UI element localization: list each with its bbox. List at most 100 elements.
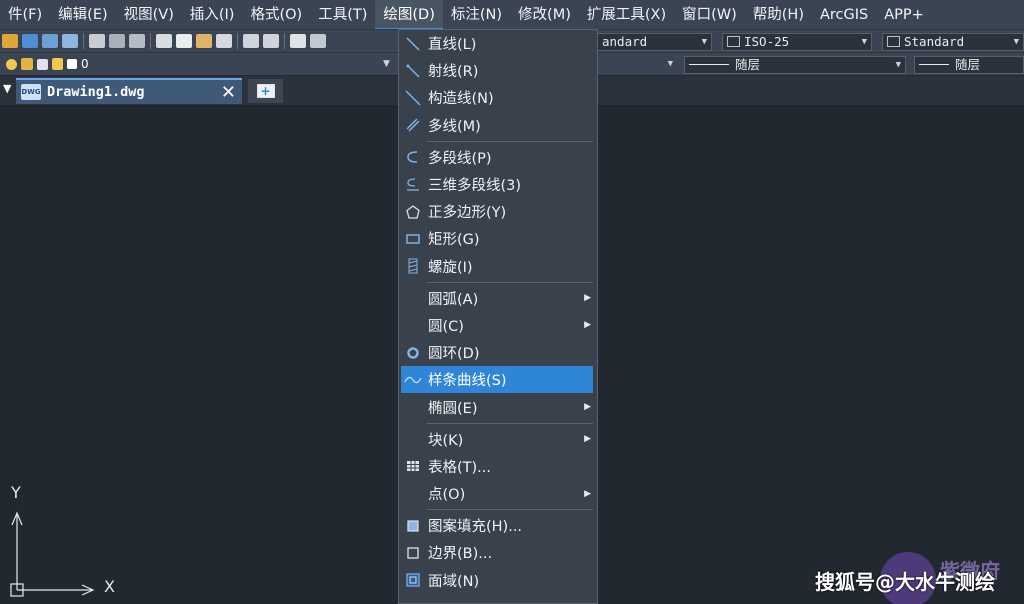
lock-icon[interactable] <box>52 58 63 70</box>
draw-menu-item-label: 样条曲线(S) <box>428 373 507 390</box>
menu-arcgis[interactable]: ArcGIS <box>812 0 876 30</box>
match-properties-icon[interactable] <box>216 34 232 48</box>
toolbar-divider <box>284 33 285 49</box>
save-as-icon[interactable] <box>42 34 58 48</box>
menu-separator <box>427 281 593 283</box>
mline-icon <box>401 115 425 135</box>
zoom-icon[interactable] <box>310 34 326 48</box>
table-style-select[interactable]: Standard ▼ <box>882 33 1024 51</box>
boundary-icon <box>401 543 425 563</box>
menu-file[interactable]: 件(F) <box>0 0 50 30</box>
menu-tools[interactable]: 工具(T) <box>310 0 375 30</box>
plot-icon[interactable] <box>129 34 145 48</box>
menu-insert[interactable]: 插入(I) <box>182 0 243 30</box>
draw-menu-item-donut[interactable]: 圆环(D) <box>399 339 597 366</box>
print-icon[interactable] <box>89 34 105 48</box>
text-style-select[interactable]: andard ▼ <box>597 33 712 51</box>
draw-menu-item-submenu-16[interactable]: 点(O) ▶ <box>399 480 597 507</box>
paste-icon[interactable] <box>196 34 212 48</box>
save-icon[interactable] <box>22 34 38 48</box>
draw-menu-item-region[interactable]: 面域(N) <box>399 567 597 594</box>
draw-menu-item-polygon[interactable]: 正多边形(Y) <box>399 198 597 225</box>
draw-menu-dropdown: 直线(L) 射线(R) 构造线(N) 多线(M) 多段线(P) 三维多段线(3) 正多边形(… <box>398 29 598 604</box>
blank-icon <box>401 484 425 504</box>
menu-view[interactable]: 视图(V) <box>116 0 182 30</box>
menu-dimension[interactable]: 标注(N) <box>443 0 510 30</box>
linetype-preview <box>689 64 729 65</box>
print-preview-icon[interactable] <box>109 34 125 48</box>
draw-menu-item-xline[interactable]: 构造线(N) <box>399 84 597 111</box>
tab-drawing1[interactable]: DWG Drawing1.dwg ✕ <box>16 78 242 104</box>
freeze-icon[interactable] <box>21 58 33 70</box>
donut-icon <box>401 343 425 363</box>
table-icon <box>401 456 425 476</box>
dwg-file-icon: DWG <box>21 84 41 100</box>
close-icon[interactable]: ✕ <box>221 82 236 103</box>
open-folder-icon[interactable] <box>2 34 18 48</box>
menu-format[interactable]: 格式(O) <box>242 0 310 30</box>
copy-icon[interactable] <box>176 34 192 48</box>
menu-separator <box>427 422 593 424</box>
dimension-style-select[interactable]: ISO-25 ▼ <box>722 33 872 51</box>
menu-app-plus[interactable]: APP+ <box>876 0 932 30</box>
layer-chevron-down-icon[interactable]: ▼ <box>383 59 390 69</box>
menu-modify[interactable]: 修改(M) <box>510 0 579 30</box>
draw-menu-item-hatch[interactable]: 图案填充(H)... <box>399 512 597 539</box>
draw-menu-item-label: 面域(N) <box>428 573 480 590</box>
region-icon <box>401 570 425 590</box>
current-layer-name[interactable]: 0 <box>81 57 89 71</box>
polyline-icon <box>401 147 425 167</box>
draw-menu-item-3d-polyline[interactable]: 三维多段线(3) <box>399 171 597 198</box>
draw-menu-item-polyline[interactable]: 多段线(P) <box>399 144 597 171</box>
draw-menu-item-submenu-13[interactable]: 椭圆(E) ▶ <box>399 393 597 420</box>
draw-menu-item-submenu-10[interactable]: 圆(C) ▶ <box>399 312 597 339</box>
viewport-icon[interactable] <box>37 58 48 70</box>
draw-menu-item-ray[interactable]: 射线(R) <box>399 57 597 84</box>
menu-separator <box>427 509 593 511</box>
tab-label: Drawing1.dwg <box>47 84 145 100</box>
draw-menu-item-label: 射线(R) <box>428 64 479 81</box>
draw-menu-item-submenu-14[interactable]: 块(K) ▶ <box>399 426 597 453</box>
redo-icon[interactable] <box>263 34 279 48</box>
cut-icon[interactable] <box>156 34 172 48</box>
draw-menu-item-spline[interactable]: 样条曲线(S) <box>401 366 593 394</box>
draw-menu-item-line[interactable]: 直线(L) <box>399 30 597 57</box>
draw-menu-item-table[interactable]: 表格(T)... <box>399 453 597 480</box>
submenu-arrow-icon: ▶ <box>584 402 591 413</box>
menu-window[interactable]: 窗口(W) <box>674 0 745 30</box>
linetype-select[interactable]: 随层 ▼ <box>684 56 906 74</box>
draw-menu-item-label: 三维多段线(3) <box>428 178 522 195</box>
draw-menu-item-boundary[interactable]: 边界(B)... <box>399 539 597 566</box>
ucs-icon <box>10 511 95 597</box>
submenu-arrow-icon: ▶ <box>584 434 591 445</box>
dimension-style-icon <box>727 36 740 47</box>
new-drawing-icon: + <box>256 84 275 98</box>
new-tab-button[interactable]: + <box>248 79 283 103</box>
menu-extension-tools[interactable]: 扩展工具(X) <box>579 0 674 30</box>
tab-list-arrow-icon[interactable]: ▼ <box>3 82 11 95</box>
menu-edit[interactable]: 编辑(E) <box>50 0 115 30</box>
menu-bar: 件(F) 编辑(E) 视图(V) 插入(I) 格式(O) 工具(T) 绘图(D)… <box>0 0 1024 30</box>
layer-on-icon[interactable] <box>6 58 17 70</box>
draw-menu-item-submenu-9[interactable]: 圆弧(A) ▶ <box>399 285 597 312</box>
draw-menu-item-rectangle[interactable]: 矩形(G) <box>399 225 597 252</box>
draw-menu-item-helix[interactable]: 螺旋(I) <box>399 253 597 280</box>
polygon-icon <box>401 202 425 222</box>
draw-menu-item-label: 圆(C) <box>428 318 464 335</box>
lineweight-select[interactable]: 随层 <box>914 56 1024 74</box>
draw-menu-item-label: 矩形(G) <box>428 232 480 249</box>
chevron-down-icon: ▼ <box>667 59 673 69</box>
draw-menu-item-mline[interactable]: 多线(M) <box>399 112 597 139</box>
pan-icon[interactable] <box>290 34 306 48</box>
undo-icon[interactable] <box>243 34 259 48</box>
draw-menu-item-label: 椭圆(E) <box>428 400 478 417</box>
draw-menu-item-label: 多段线(P) <box>428 150 492 167</box>
toolbar-divider <box>83 33 84 49</box>
menu-help[interactable]: 帮助(H) <box>745 0 812 30</box>
spline-icon <box>401 370 425 390</box>
color-select[interactable]: ▼ <box>597 56 677 74</box>
ray-icon <box>401 61 425 81</box>
blank-icon <box>401 288 425 308</box>
publish-icon[interactable] <box>62 34 78 48</box>
menu-draw[interactable]: 绘图(D) <box>375 0 443 30</box>
